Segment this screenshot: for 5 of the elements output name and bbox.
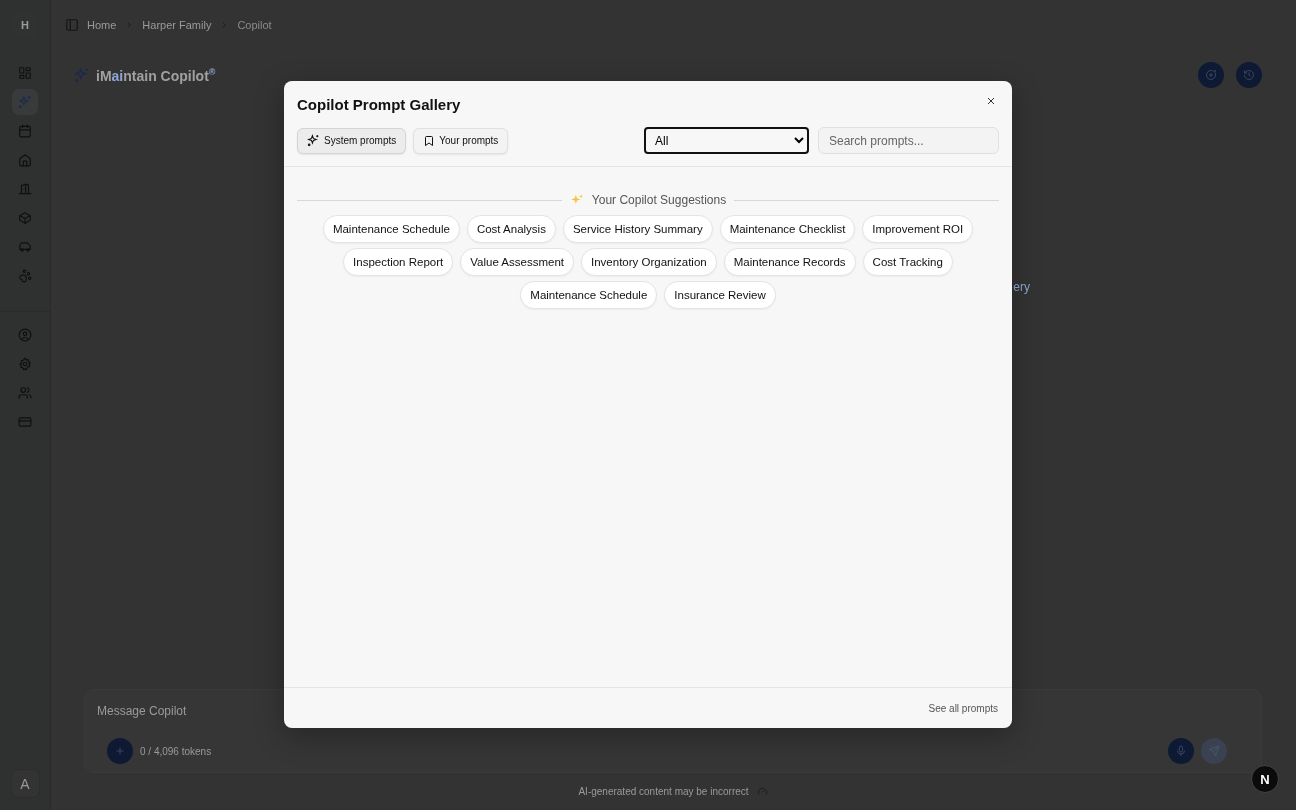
dialog-title: Copilot Prompt Gallery (297, 96, 461, 113)
page-title: iMaintain Copilot$^{®}$ (96, 66, 216, 84)
disclaimer-text: AI-generated content may be incorrect (578, 786, 749, 797)
token-count: 0 / 4,096 tokens (140, 745, 212, 757)
section-title: Your Copilot Suggestions (591, 193, 727, 207)
